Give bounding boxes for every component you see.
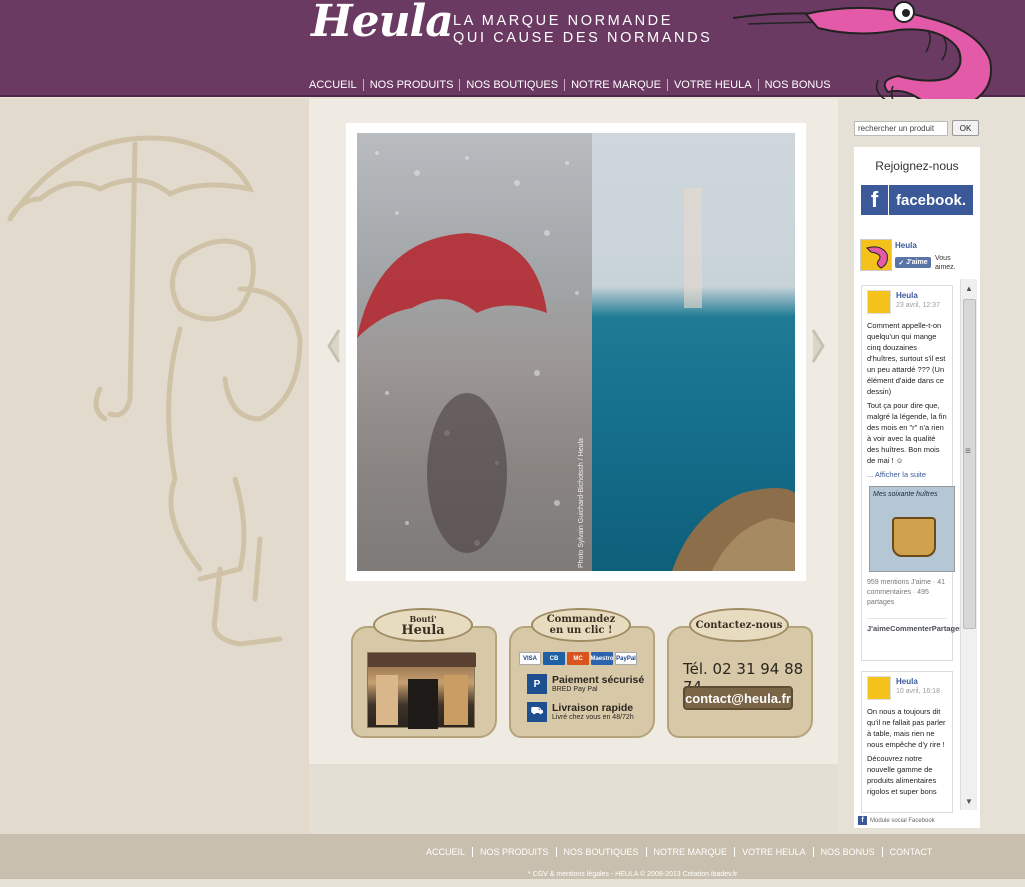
- shop-front-icon: [368, 653, 476, 729]
- post-avatar[interactable]: [867, 676, 891, 700]
- rain-drops-icon: [375, 151, 579, 553]
- payment-title: Paiement sécurisé: [552, 674, 645, 686]
- footer-nav-nos-bonus[interactable]: NOS BONUS: [812, 847, 882, 857]
- creation-link[interactable]: Création ibadev.fr: [683, 871, 738, 878]
- facebook-mini-icon: f: [858, 816, 867, 825]
- nav-notre-marque[interactable]: NOTRE MARQUE: [564, 79, 667, 91]
- paypal-p-icon: P: [527, 674, 547, 694]
- copyright-text: - HEULA © 2008-2013: [608, 871, 681, 878]
- footer-nav: ACCUEIL NOS PRODUITS NOS BOUTIQUES NOTRE…: [426, 847, 939, 857]
- site-tagline: LA MARQUE NORMANDE QUI CAUSE DES NORMAND…: [453, 13, 712, 47]
- payment-cards: VISA CB MC Maestro PayPal: [519, 652, 637, 665]
- footer-nav-contact[interactable]: CONTACT: [881, 847, 940, 857]
- show-more-link[interactable]: ... Afficher la suite: [867, 469, 947, 480]
- you-like-text: Vous aimez.: [935, 255, 956, 271]
- post-text: On nous a toujours dit qu'il ne fallait …: [867, 707, 946, 749]
- post-text: Comment appelle-t-on quelqu'un qui mange…: [867, 321, 946, 396]
- secure-payment: P Paiement sécurisé BRED Pay Pal: [527, 674, 644, 694]
- promo-shop[interactable]: Bouti' Heula: [351, 608, 497, 740]
- contact-email-button[interactable]: contact@heula.fr: [683, 686, 793, 710]
- facebook-f-icon: f: [861, 185, 889, 215]
- site-logo[interactable]: Heula: [311, 0, 454, 47]
- cgv-link[interactable]: * CGV & mentions légales: [528, 871, 609, 878]
- post-image-title: Mes soixante huîtres: [873, 491, 938, 498]
- umbrella-character-illustration-icon: [7, 135, 303, 647]
- main-content-bottom: [309, 764, 838, 834]
- nav-accueil[interactable]: ACCUEIL: [309, 79, 363, 91]
- scroll-up-icon[interactable]: ▲: [965, 284, 973, 293]
- post-text: Découvrez notre nouvelle gamme de produi…: [867, 754, 937, 796]
- post-avatar[interactable]: [867, 290, 891, 314]
- footer-nav-nos-produits[interactable]: NOS PRODUITS: [472, 847, 556, 857]
- footer-nav-votre-heula[interactable]: VOTRE HEULA: [734, 847, 813, 857]
- left-decoration: [0, 99, 309, 834]
- footer-credits: * CGV & mentions légales - HEULA © 2008-…: [528, 871, 737, 878]
- promo-contact[interactable]: Contactez-nous Tél. 02 31 94 88 74 conta…: [667, 608, 813, 740]
- nav-nos-boutiques[interactable]: NOS BOUTIQUES: [459, 79, 564, 91]
- post-text: Tout ça pour dire que, malgré la légende…: [867, 401, 947, 465]
- page-name-link[interactable]: Heula: [895, 241, 917, 250]
- paypal-icon: PayPal: [615, 652, 637, 665]
- post-comment-action[interactable]: Commenter: [890, 623, 932, 634]
- search-ok-button[interactable]: OK: [952, 120, 979, 136]
- feed-scrollbar[interactable]: ▲ ≡ ▼: [960, 279, 977, 810]
- slide-image-umbrella[interactable]: [357, 133, 592, 571]
- post-share-action[interactable]: Partager: [932, 623, 962, 634]
- visa-card-icon: VISA: [519, 652, 541, 665]
- promo-contact-title: Contactez-nous: [689, 608, 789, 642]
- promo-shop-title: Bouti' Heula: [373, 608, 473, 642]
- slider-next-arrow-icon[interactable]: [811, 328, 825, 364]
- scroll-down-icon[interactable]: ▼: [965, 797, 973, 806]
- promo-shop-title-line-2: Heula: [401, 623, 445, 638]
- promo-order-title-line-2: en un clic !: [549, 625, 613, 636]
- scroll-grip-icon: ≡: [965, 446, 971, 457]
- promo-order[interactable]: Commandez en un clic ! VISA CB MC Maestr…: [509, 608, 655, 740]
- post-body: Comment appelle-t-on quelqu'un qui mange…: [867, 314, 947, 480]
- post-body: On nous a toujours dit qu'il ne fallait …: [867, 700, 947, 797]
- cb-card-icon: CB: [543, 652, 565, 665]
- promo-order-title-line-1: Commandez: [546, 614, 616, 625]
- page-like-label: J'aime: [906, 259, 928, 266]
- check-icon: ✓: [898, 259, 907, 267]
- join-us-title: Rejoignez-nous: [875, 159, 959, 173]
- facebook-post: Heula 10 avril, 16:18 On nous a toujours…: [861, 671, 953, 813]
- scroll-thumb[interactable]: [963, 299, 976, 629]
- post-like-action[interactable]: J'aime: [867, 623, 890, 634]
- tagline-line-2: QUI CAUSE DES NORMANDS: [453, 30, 713, 46]
- tagline-line-1: LA MARQUE NORMANDE: [453, 13, 674, 29]
- facebook-module-label[interactable]: Module social Facebook: [870, 818, 935, 824]
- photo-credit: Photo Sylvain Guichard-Bichotsch / Heula: [578, 438, 585, 568]
- truck-icon: ⛟: [527, 702, 547, 722]
- lighthouse-rocks-icon: [672, 188, 795, 571]
- footer-nav-accueil[interactable]: ACCUEIL: [426, 847, 472, 857]
- promo-order-title: Commandez en un clic !: [531, 608, 631, 642]
- page-avatar[interactable]: [860, 239, 892, 271]
- facebook-logo-button[interactable]: f facebook.: [861, 185, 973, 215]
- shrimp-avatar-icon: [866, 246, 888, 269]
- payment-subtitle: BRED Pay Pal: [552, 686, 598, 693]
- page-like-button[interactable]: ✓ J'aime: [895, 257, 931, 268]
- footer-nav-nos-boutiques[interactable]: NOS BOUTIQUES: [555, 847, 646, 857]
- post-stats[interactable]: 959 mentions J'aime · 41 commentaires · …: [867, 578, 947, 608]
- post-actions: J'aime Commenter Partager: [867, 618, 962, 634]
- shrimp-mascot-icon: [732, 1, 992, 108]
- nav-nos-produits[interactable]: NOS PRODUITS: [362, 79, 460, 91]
- maestro-card-icon: Maestro: [591, 652, 614, 665]
- footer-nav-notre-marque[interactable]: NOTRE MARQUE: [645, 847, 735, 857]
- oyster-bucket-icon: [892, 517, 936, 557]
- delivery-title: Livraison rapide: [552, 702, 634, 714]
- facebook-wordmark: facebook.: [895, 191, 967, 209]
- delivery-subtitle: Livré chez vous en 48/72h: [552, 714, 634, 721]
- facebook-post: Heula 23 avril, 12:37 Comment appelle-t-…: [861, 285, 962, 661]
- shop-photo[interactable]: [367, 652, 476, 729]
- slider-prev-arrow-icon[interactable]: [327, 328, 341, 364]
- facebook-module-footer: f Module social Facebook: [858, 816, 935, 825]
- slide-image-lighthouse-sea[interactable]: [592, 133, 795, 571]
- promo-contact-title-text: Contactez-nous: [695, 620, 783, 631]
- post-image[interactable]: Mes soixante huîtres: [869, 486, 955, 572]
- mastercard-icon: MC: [567, 652, 589, 665]
- fast-delivery: ⛟ Livraison rapide Livré chez vous en 48…: [527, 702, 634, 722]
- product-search-input[interactable]: [854, 121, 948, 136]
